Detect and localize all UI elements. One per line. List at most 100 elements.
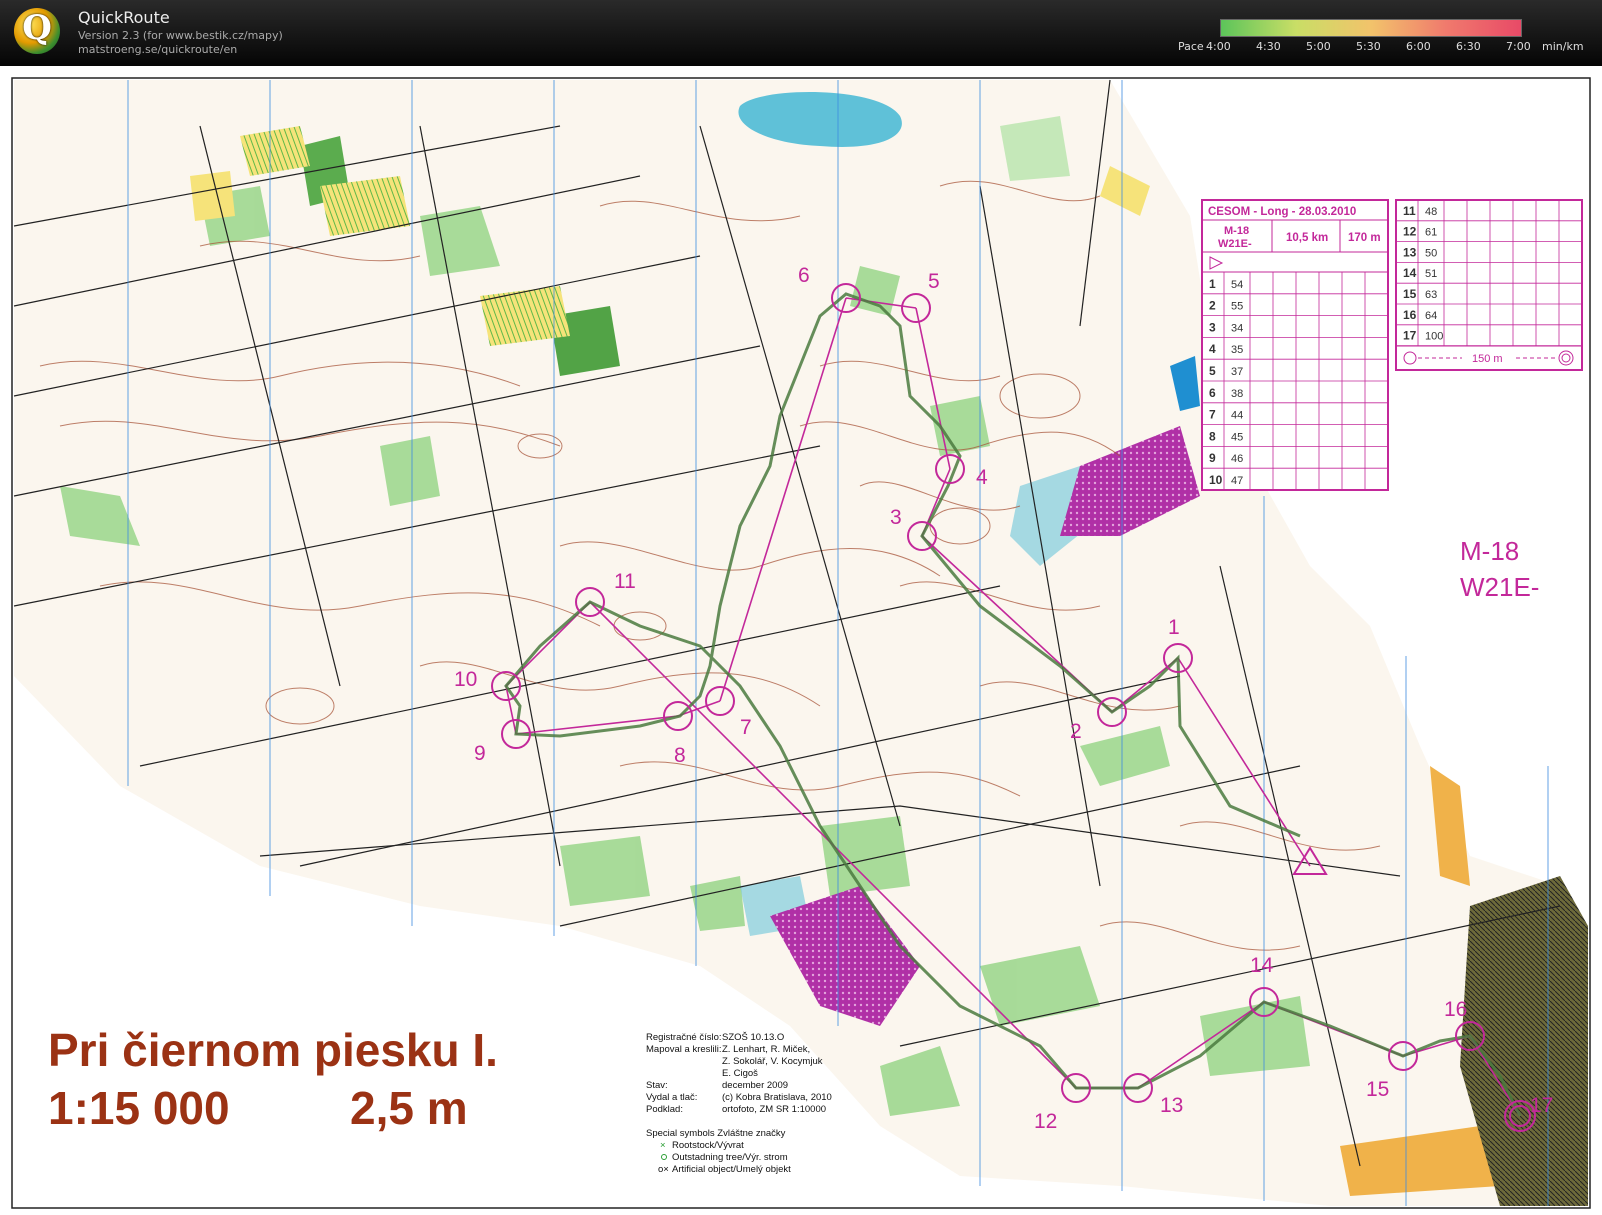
control-number: 8 (674, 744, 686, 767)
special-symbols-title: Special symbols Zvláštne značky (646, 1128, 786, 1139)
imprint-value: SZOŠ 10.13.O (722, 1032, 784, 1043)
description-control-code: 63 (1425, 289, 1437, 301)
control-number: 3 (890, 506, 902, 529)
imprint-value: Z. Sokolář, V. Kocymjuk (722, 1056, 823, 1067)
description-control-number: 15 (1403, 287, 1417, 301)
tree-icon (661, 1154, 667, 1160)
description-control-code: 46 (1231, 453, 1243, 465)
orienteering-map-viewport[interactable]: 1 2 3 4 5 6 7 8 9 10 11 12 13 14 15 16 1… (0, 66, 1602, 1215)
control-number: 5 (928, 270, 940, 293)
control-number: 7 (740, 716, 752, 739)
description-control-number: 17 (1403, 329, 1417, 343)
description-header: CESOM - Long - 28.03.2010 (1208, 206, 1356, 218)
control-number: 12 (1034, 1110, 1057, 1133)
control-number: 4 (976, 466, 988, 489)
control-number: 9 (474, 742, 486, 765)
description-control-code: 38 (1231, 388, 1243, 400)
description-control-number: 10 (1209, 473, 1223, 487)
description-class: M-18 (1224, 225, 1249, 237)
description-control-code: 64 (1425, 310, 1437, 322)
pace-tick: 6:30 (1456, 40, 1481, 53)
description-control-number: 8 (1209, 429, 1216, 443)
description-control-code: 47 (1231, 475, 1243, 487)
pace-gradient-bar (1220, 19, 1522, 37)
description-control-code: 51 (1425, 268, 1437, 280)
description-control-number: 11 (1403, 204, 1416, 218)
control-number: 1 (1168, 616, 1180, 639)
description-control-number: 16 (1403, 308, 1417, 322)
control-number: 15 (1366, 1078, 1389, 1101)
special-symbol-item: Artificial object/Umelý objekt (672, 1164, 791, 1175)
description-control-code: 54 (1231, 279, 1243, 291)
rootstock-icon: × (660, 1140, 666, 1151)
pace-tick: 5:00 (1306, 40, 1331, 53)
artificial-object-icon: o× (658, 1164, 669, 1175)
imprint-label: Podklad: (646, 1104, 683, 1115)
control-number: 10 (454, 668, 477, 691)
map-scale: 1:15 000 (48, 1082, 230, 1134)
special-symbol-item: Outstadning tree/Výr. strom (672, 1152, 788, 1163)
imprint-value: E. Cigoš (722, 1068, 758, 1079)
description-control-number: 4 (1209, 342, 1216, 356)
finish-distance: 150 m (1472, 353, 1503, 365)
pace-tick: 6:00 (1406, 40, 1431, 53)
map-contour-interval: 2,5 m (350, 1082, 468, 1134)
orienteering-map[interactable]: 1 2 3 4 5 6 7 8 9 10 11 12 13 14 15 16 1… (0, 66, 1602, 1215)
description-control-number: 12 (1403, 225, 1417, 239)
description-control-code: 48 (1425, 206, 1437, 218)
control-number: 11 (614, 570, 636, 593)
description-control-number: 3 (1209, 320, 1216, 334)
description-control-code: 50 (1425, 247, 1437, 259)
logo-letter: Q (22, 8, 52, 48)
pace-prefix: Pace (1178, 40, 1204, 53)
description-control-number: 6 (1209, 386, 1216, 400)
map-title: Pri čiernom piesku I. (48, 1024, 498, 1076)
imprint-value: ortofoto, ZM SR 1:10000 (722, 1104, 826, 1115)
description-control-number: 2 (1209, 299, 1216, 313)
control-number: 16 (1444, 998, 1467, 1021)
pace-tick: 4:00 (1206, 40, 1231, 53)
control-description-sheet-continued: 11 48 12 61 13 50 14 51 15 63 16 64 17 100 150 m (1395, 199, 1583, 371)
description-climb: 170 m (1348, 232, 1381, 244)
description-class: W21E- (1218, 238, 1252, 250)
description-control-number: 7 (1209, 408, 1216, 422)
description-control-code: 55 (1231, 301, 1243, 313)
pace-unit: min/km (1542, 40, 1584, 53)
app-version: Version 2.3 (for www.bestik.cz/mapy) (78, 29, 283, 42)
course-class-label: W21E- (1460, 572, 1539, 602)
app-header: Q QuickRoute Version 2.3 (for www.bestik… (0, 0, 1602, 66)
imprint-label: Mapoval a kreslili: (646, 1044, 722, 1055)
quickroute-logo-icon: Q (14, 8, 60, 54)
description-control-number: 1 (1209, 277, 1216, 291)
imprint-value: (c) Kobra Bratislava, 2010 (722, 1092, 832, 1103)
pace-tick: 4:30 (1256, 40, 1281, 53)
pace-legend: Pace 4:00 4:30 5:00 5:30 6:00 6:30 7:00 … (1178, 40, 1588, 54)
pace-tick: 7:00 (1506, 40, 1531, 53)
course-class-label: M-18 (1460, 536, 1519, 566)
control-number: 14 (1250, 954, 1274, 977)
map-imprint: Registračné číslo: SZOŠ 10.13.O Mapoval … (646, 1032, 832, 1175)
description-control-code: 100 (1425, 331, 1443, 343)
description-sheet-right (1395, 199, 1583, 371)
control-number: 13 (1160, 1094, 1183, 1117)
description-control-code: 44 (1231, 410, 1243, 422)
app-title: QuickRoute (78, 8, 170, 27)
description-control-code: 45 (1231, 431, 1243, 443)
description-control-code: 61 (1425, 227, 1437, 239)
imprint-value: Z. Lenhart, R. Miček, (722, 1044, 810, 1055)
special-symbol-item: Rootstock/Vývrat (672, 1140, 744, 1151)
description-control-code: 37 (1231, 366, 1243, 378)
control-number: 6 (798, 264, 810, 287)
imprint-value: december 2009 (722, 1080, 788, 1091)
app-site-link[interactable]: matstroeng.se/quickroute/en (78, 43, 237, 56)
control-description-sheet: CESOM - Long - 28.03.2010 M-18 W21E- 10,… (1201, 199, 1389, 491)
description-control-code: 34 (1231, 322, 1243, 334)
pace-tick: 5:30 (1356, 40, 1381, 53)
description-control-number: 5 (1209, 364, 1216, 378)
imprint-label: Stav: (646, 1080, 668, 1091)
description-length: 10,5 km (1286, 232, 1328, 244)
description-control-number: 14 (1403, 266, 1417, 280)
description-control-code: 35 (1231, 344, 1243, 356)
control-number: 17 (1530, 1094, 1553, 1117)
imprint-label: Vydal a tlač: (646, 1092, 697, 1103)
